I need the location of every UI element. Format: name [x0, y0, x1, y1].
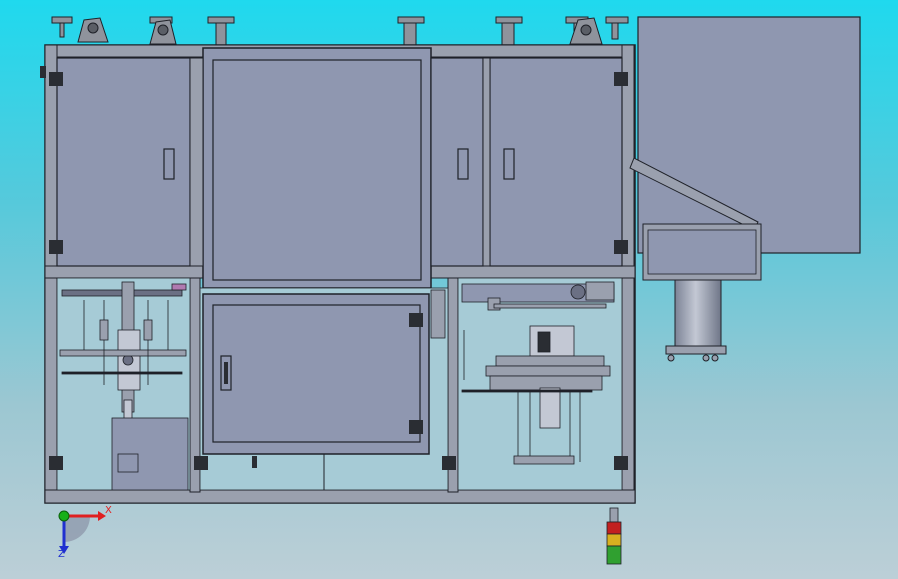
- leveling-foot: [51, 16, 109, 43]
- leveling-foot: [397, 16, 425, 46]
- feeder-cylinder: [674, 279, 722, 347]
- coordinate-triad: [58, 510, 106, 554]
- leveling-foot: [149, 16, 177, 45]
- leveling-feet: [51, 16, 629, 46]
- door-handle: [457, 148, 469, 180]
- upper-right-narrow-door: [430, 57, 484, 267]
- z-axis-label: Z: [58, 549, 65, 560]
- leveling-foot: [565, 16, 629, 45]
- stack-light: [606, 507, 622, 565]
- leveling-foot: [207, 16, 235, 46]
- door-handle: [503, 148, 515, 180]
- cad-viewport[interactable]: X Z: [0, 0, 898, 579]
- upper-doors: [56, 47, 623, 289]
- y-axis-dot: [58, 510, 70, 522]
- x-axis-label: X: [105, 505, 112, 516]
- leveling-foot: [495, 16, 523, 46]
- door-handle: [163, 148, 175, 180]
- machine-drawing: [40, 16, 861, 565]
- side-hopper: [629, 16, 861, 362]
